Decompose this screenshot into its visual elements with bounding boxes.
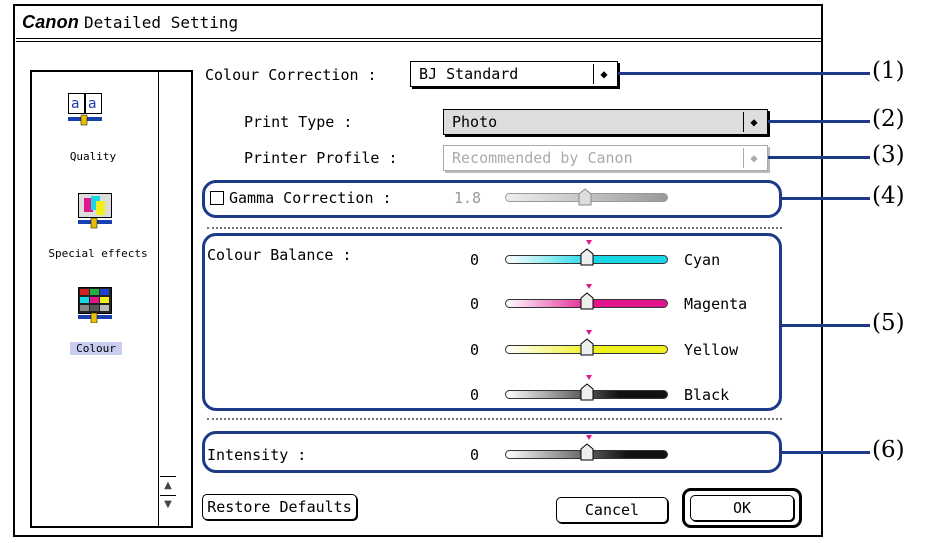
- section-separator: [207, 227, 782, 229]
- restore-defaults-button[interactable]: Restore Defaults: [202, 494, 357, 520]
- sidebar-item-label: Special effects: [48, 247, 148, 260]
- printer-profile-label: Printer Profile :: [244, 149, 398, 167]
- svg-text:a: a: [88, 96, 97, 112]
- scroll-up-arrow-icon[interactable]: ▲: [160, 476, 176, 495]
- callout-number-5: (5): [872, 310, 905, 336]
- callout-line-3: [768, 156, 870, 159]
- popup-arrows-icon: ◆: [743, 148, 764, 168]
- printer-profile-select[interactable]: Recommended by Canon ◆: [443, 145, 768, 171]
- callout-number-4: (4): [872, 183, 905, 209]
- colour-correction-label: Colour Correction :: [205, 66, 377, 84]
- svg-text:a: a: [71, 96, 80, 112]
- callout-number-3: (3): [872, 142, 905, 168]
- popup-arrows-icon: ◆: [743, 112, 764, 132]
- title-rule: [16, 38, 821, 39]
- sidebar-item-quality[interactable]: a a: [68, 93, 126, 133]
- colour-correction-value: BJ Standard: [419, 65, 519, 83]
- window-title: Detailed Setting: [84, 13, 239, 32]
- callout-line-1: [618, 72, 870, 75]
- title-rule: [16, 41, 821, 42]
- callout-box-5: [202, 233, 782, 411]
- canon-logo: Canon: [22, 12, 79, 32]
- cancel-button[interactable]: Cancel: [556, 497, 668, 523]
- printer-profile-value: Recommended by Canon: [452, 149, 633, 167]
- callout-box-4: [202, 180, 782, 218]
- popup-arrows-icon: ◆: [593, 64, 614, 84]
- callout-number-6: (6): [872, 437, 905, 463]
- sidebar-item-special-effects[interactable]: [78, 193, 114, 233]
- callout-line-2: [768, 120, 870, 123]
- quality-icon: a a: [68, 93, 102, 126]
- section-separator: [207, 418, 782, 420]
- print-type-select[interactable]: Photo ◆: [443, 109, 768, 135]
- callout-line-5: [782, 324, 870, 327]
- scroll-down-arrow-icon[interactable]: ▼: [160, 495, 176, 514]
- ok-button[interactable]: OK: [690, 495, 794, 521]
- category-list-scrollbar[interactable]: [158, 72, 178, 526]
- callout-line-4: [782, 197, 870, 200]
- print-type-value: Photo: [452, 113, 498, 131]
- sidebar-item-colour[interactable]: [78, 287, 114, 327]
- callout-number-2: (2): [872, 106, 905, 132]
- sidebar-item-label: Colour: [70, 342, 122, 355]
- special-effects-icon: [78, 193, 112, 229]
- print-type-label: Print Type :: [244, 113, 353, 131]
- colour-correction-select[interactable]: BJ Standard ◆: [410, 61, 618, 87]
- sidebar-item-label: Quality: [69, 150, 117, 163]
- callout-line-6: [782, 451, 870, 454]
- colour-icon: [78, 287, 112, 323]
- callout-box-6: [202, 431, 782, 473]
- callout-number-1: (1): [872, 58, 905, 84]
